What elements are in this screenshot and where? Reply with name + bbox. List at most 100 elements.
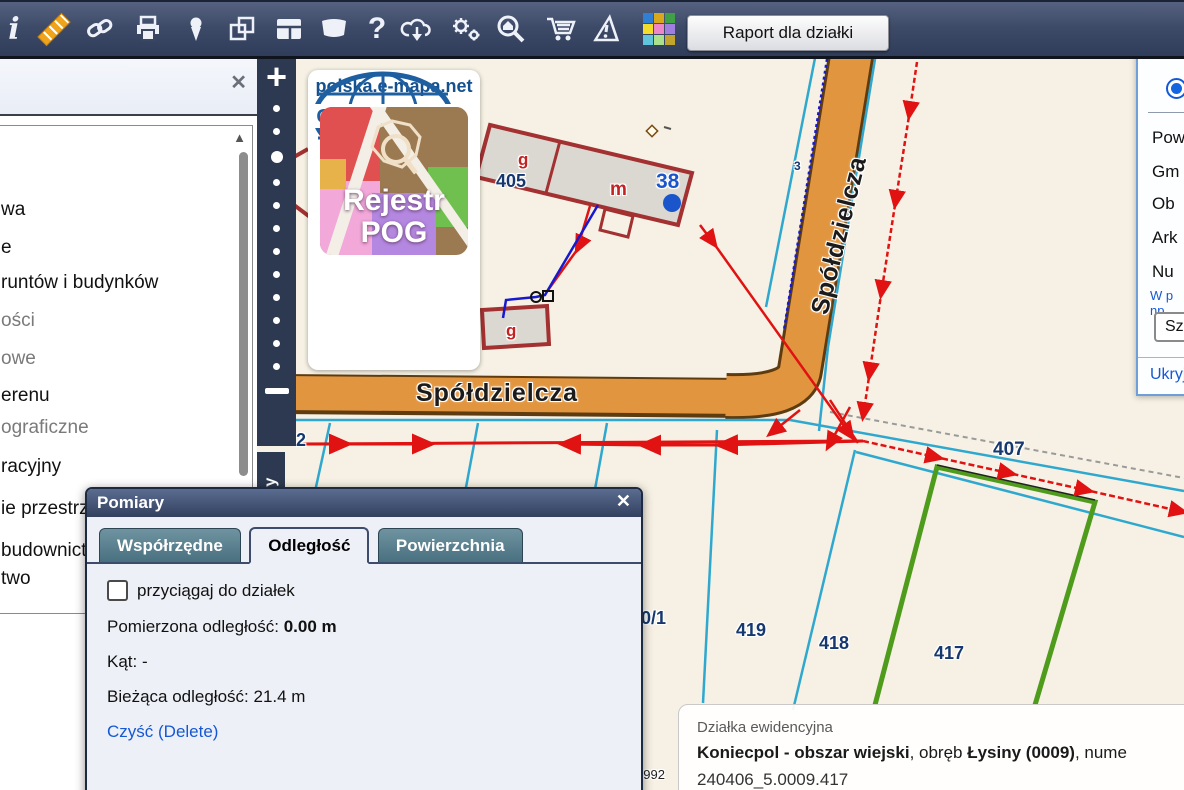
tab-area[interactable]: Powierzchnia xyxy=(378,528,523,562)
scrollbar-thumb[interactable] xyxy=(239,152,248,476)
info-icon[interactable]: i xyxy=(2,2,26,56)
zoom-level-dot[interactable] xyxy=(273,363,280,370)
parcel-label-22: 22 xyxy=(296,430,306,451)
parcel-id: 240406_5.0009.417 xyxy=(697,770,1184,790)
parcel-search-panel: Wsp Pow Gm Ob Ark Nu W p np. Sz Ukryj xyxy=(1136,20,1184,396)
field-label-arkusz: Ark xyxy=(1152,228,1178,248)
measure-dialog-tabs: Współrzędne Odległość Powierzchnia xyxy=(87,517,641,564)
diamond-symbol xyxy=(646,125,657,136)
tab-distance[interactable]: Odległość xyxy=(249,527,369,564)
current-distance-value: 21.4 m xyxy=(254,687,306,706)
street-label-horizontal: Spółdzielcza xyxy=(416,379,578,407)
angle-value: - xyxy=(142,652,148,671)
measure-dialog: Pomiary ✕ Współrzędne Odległość Powierzc… xyxy=(85,487,643,790)
comment-icon[interactable] xyxy=(314,2,354,56)
layer-item[interactable]: two xyxy=(1,567,31,591)
zoom-level-dot[interactable] xyxy=(273,294,280,301)
parcel-info-panel: Działka ewidencyjna Koniecpol - obszar w… xyxy=(678,704,1184,790)
tab-coordinates[interactable]: Współrzędne xyxy=(99,528,241,562)
address-label-38: 38 xyxy=(656,170,679,194)
zoom-level-dot[interactable] xyxy=(273,225,280,232)
field-label-powiat: Pow xyxy=(1152,128,1184,148)
layer-item[interactable]: e xyxy=(1,236,12,260)
pog-tile-line1: Rejestr xyxy=(320,185,468,217)
cart-icon[interactable] xyxy=(540,2,584,56)
scroll-up-icon[interactable]: ▲ xyxy=(233,130,246,145)
print-icon[interactable] xyxy=(130,2,166,56)
building-label-m: m xyxy=(610,179,627,201)
layer-item[interactable]: ości xyxy=(1,309,35,333)
zoom-level-dot[interactable] xyxy=(273,248,280,255)
ruler-icon[interactable] xyxy=(34,2,74,56)
field-label-obreb: Ob xyxy=(1152,194,1175,214)
zoom-level-dot[interactable] xyxy=(273,202,280,209)
hide-link[interactable]: Ukryj xyxy=(1150,366,1184,384)
parcel-label-419: 419 xyxy=(736,620,766,641)
building-label-g: g xyxy=(518,150,528,170)
parcel-label-3: 3 xyxy=(794,159,801,173)
zoom-home-icon[interactable] xyxy=(492,2,532,56)
search-mode-radio[interactable] xyxy=(1166,78,1184,99)
building-label-g2: g xyxy=(506,321,516,341)
zoom-in-button[interactable]: + xyxy=(266,57,287,97)
close-icon[interactable]: ✕ xyxy=(616,491,631,512)
measured-distance-row: Pomierzona odległość: 0.00 m xyxy=(107,617,621,637)
marker-icon[interactable] xyxy=(180,2,212,56)
field-label-gmina: Gm xyxy=(1152,162,1179,182)
angle-row: Kąt: - xyxy=(107,652,621,672)
layer-item[interactable]: ograficzne xyxy=(1,416,89,440)
close-icon[interactable]: ✕ xyxy=(230,70,247,95)
divider xyxy=(1148,112,1184,113)
app-window: g 405 m 38 g 3 407 419 418 417 0/1 22 19… xyxy=(0,0,1184,790)
parcel-label-405: 405 xyxy=(496,171,526,192)
info-panel-title: Działka ewidencyjna xyxy=(697,719,1184,736)
zoom-level-dot[interactable] xyxy=(273,340,280,347)
zoom-level-dot[interactable] xyxy=(273,317,280,324)
info-panel-parcel-line: Koniecpol - obszar wiejski, obręb Łysiny… xyxy=(697,743,1184,763)
zoom-level-dot[interactable] xyxy=(273,271,280,278)
current-distance-row: Bieżąca odległość: 21.4 m xyxy=(107,687,621,707)
layer-item[interactable]: owe xyxy=(1,347,36,371)
clear-link[interactable]: Czyść (Delete) xyxy=(107,722,218,741)
layer-item[interactable]: wa xyxy=(1,198,25,222)
snap-checkbox[interactable] xyxy=(107,580,128,601)
main-toolbar: i ? xyxy=(0,0,1184,59)
zoom-out-button[interactable] xyxy=(265,388,289,394)
zoom-level-dot[interactable] xyxy=(273,105,280,112)
measure-dialog-title[interactable]: Pomiary xyxy=(87,489,641,517)
layer-item[interactable]: budownict xyxy=(1,539,87,563)
poland-outline-magnifier-icon xyxy=(358,115,438,185)
download-cloud-icon[interactable] xyxy=(396,2,440,56)
copy-icon[interactable] xyxy=(224,2,262,56)
field-label-numer: Nu xyxy=(1152,262,1174,282)
layer-item[interactable]: racyjny xyxy=(1,455,61,479)
palette-icon[interactable] xyxy=(640,2,678,56)
warning-icon[interactable] xyxy=(586,2,630,56)
zoom-level-dot[interactable] xyxy=(273,179,280,186)
help-icon[interactable]: ? xyxy=(362,2,392,56)
tick-symbol xyxy=(664,127,671,129)
zoom-bar: + xyxy=(257,57,296,446)
measured-distance-value: 0.00 m xyxy=(284,617,337,636)
parcel-label-407: 407 xyxy=(993,439,1025,461)
layout-icon[interactable] xyxy=(270,2,308,56)
parcel-label-418: 418 xyxy=(819,633,849,654)
address-point-marker xyxy=(663,194,681,212)
report-parcel-button[interactable]: Raport dla działki xyxy=(687,15,889,51)
snap-checkbox-label: przyciągaj do działek xyxy=(137,581,295,601)
selected-parcel-outline xyxy=(875,467,1095,705)
rejestr-pog-tile[interactable]: Rejestr POG xyxy=(320,107,468,255)
parcel-label-0-1: 0/1 xyxy=(641,608,666,629)
layer-item[interactable]: runtów i budynków xyxy=(1,271,158,295)
hint-text: W p xyxy=(1150,288,1173,303)
pog-tile-line2: POG xyxy=(320,217,468,249)
settings-icon[interactable] xyxy=(444,2,488,56)
parcel-label-417: 417 xyxy=(934,643,964,664)
zoom-level-dot[interactable] xyxy=(273,128,280,135)
divider xyxy=(1138,357,1184,358)
link-icon[interactable] xyxy=(82,2,118,56)
layer-item[interactable]: erenu xyxy=(1,384,50,408)
branding-card: polska.e-mapa.net GEO-SYSTEM xyxy=(308,70,480,370)
search-button[interactable]: Sz xyxy=(1154,312,1184,342)
zoom-level-dot-current[interactable] xyxy=(271,151,283,163)
